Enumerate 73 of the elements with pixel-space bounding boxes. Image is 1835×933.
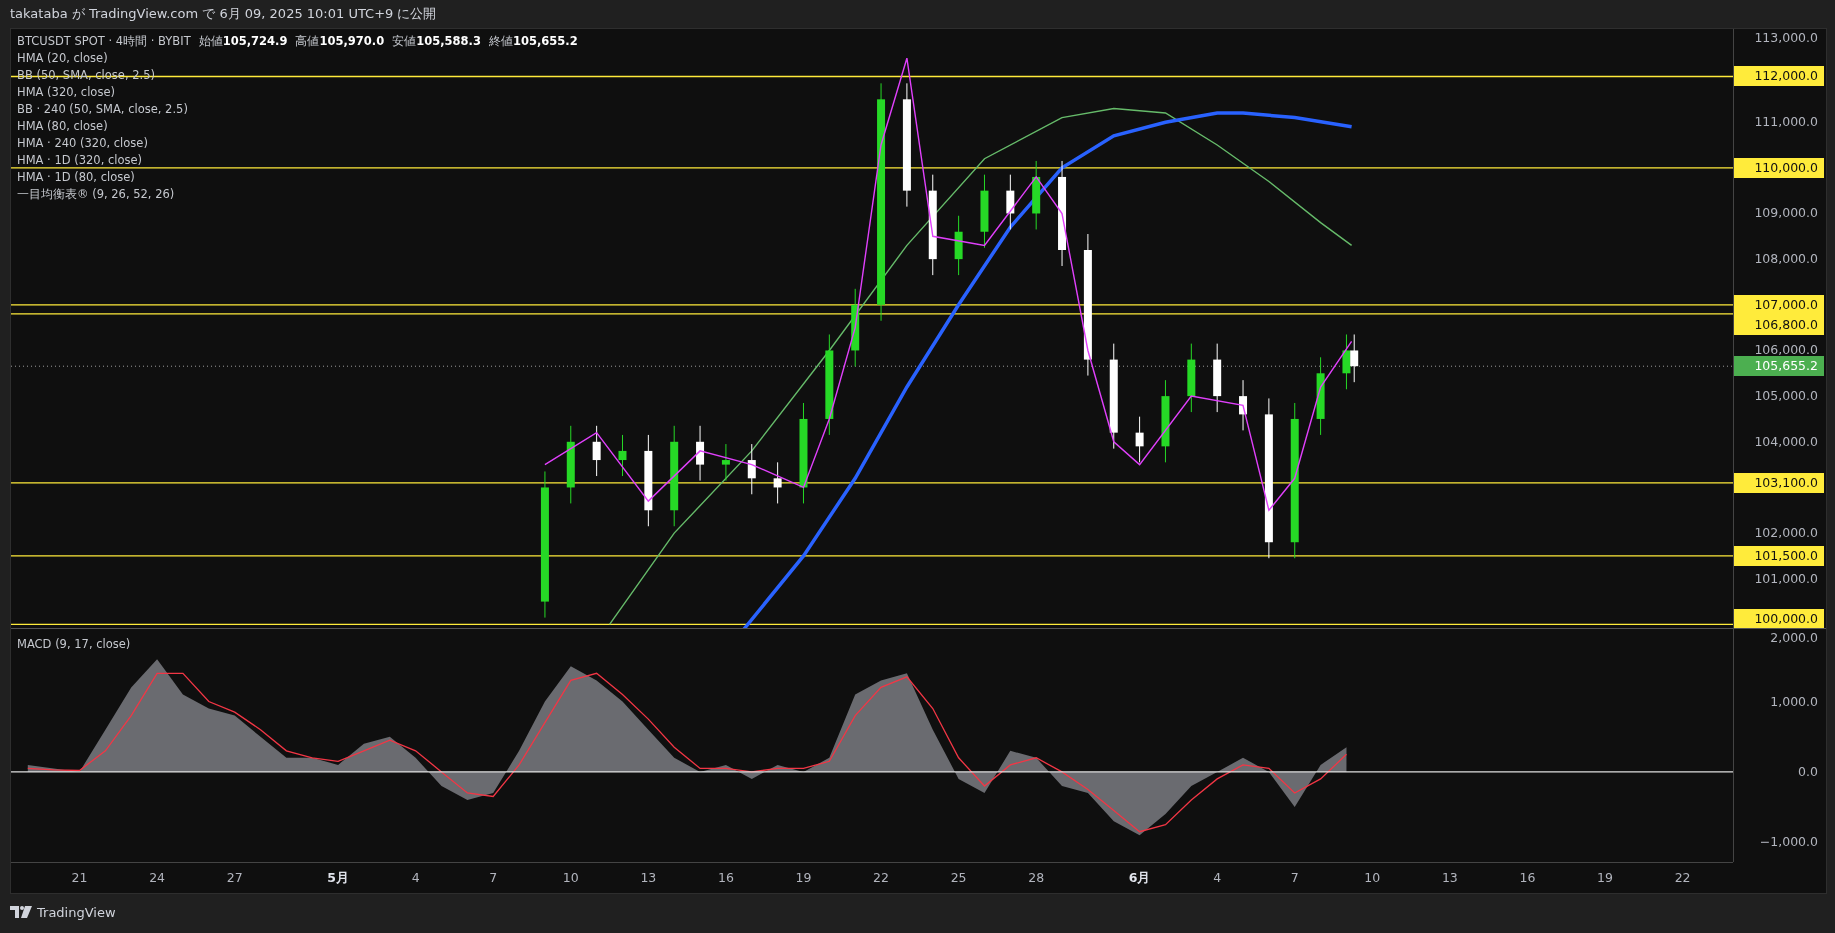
date-tick-label: 13	[640, 870, 657, 885]
price-level-tag: 106,800.0	[1734, 314, 1824, 335]
price-tick-label: 113,000.0	[1754, 30, 1818, 46]
price-level-tag: 110,000.0	[1734, 157, 1824, 178]
indicator-label[interactable]: HMA · 1D (80, close)	[17, 169, 578, 186]
date-tick-label: 4	[1213, 870, 1222, 885]
indicator-label[interactable]: BB · 240 (50, SMA, close, 2.5)	[17, 101, 578, 118]
brand-name: TradingView	[37, 904, 116, 920]
date-tick-label: 13	[1441, 870, 1458, 885]
candle	[773, 461, 782, 504]
price-tick-label: 108,000.0	[1754, 251, 1818, 268]
publish-info: takataba が TradingView.com で 6月 09, 2025 10:01 UTC+9 に公開	[10, 5, 437, 23]
date-tick-label: 7	[1290, 870, 1299, 885]
indicator-label[interactable]: HMA · 1D (320, close)	[17, 152, 578, 169]
price-tick-label: 101,000.0	[1754, 570, 1818, 587]
candle	[696, 425, 705, 482]
price-level-tag: 107,000.0	[1734, 294, 1824, 315]
date-tick-label: 22	[1674, 870, 1691, 885]
date-tick-label: 10	[562, 870, 579, 885]
indicator-label[interactable]: MACD (9, 17, close)	[17, 637, 131, 651]
candle	[1006, 174, 1015, 230]
date-tick-label: 19	[1597, 870, 1613, 885]
candle	[1135, 416, 1144, 463]
price-tick-label: 109,000.0	[1754, 205, 1818, 222]
date-tick-label: 24	[149, 870, 166, 885]
indicator-label[interactable]: HMA (20, close)	[17, 50, 578, 67]
candle	[1032, 160, 1041, 230]
indicator-label[interactable]: 一目均衡表® (9, 26, 52, 26)	[17, 186, 578, 203]
last-price-tag: 105,655.2	[1734, 356, 1824, 377]
candle	[618, 434, 627, 477]
ohlc-reading: 高値105,970.0	[295, 33, 385, 50]
date-tick-label: 5月	[327, 870, 349, 887]
macd-tick-label: 0.0	[1798, 763, 1818, 780]
price-tick-label: 104,000.0	[1754, 433, 1818, 450]
price-tick-label: 106,000.0	[1754, 342, 1818, 359]
date-tick-label: 4	[411, 870, 420, 885]
price-level-tag: 100,000.0	[1734, 609, 1824, 628]
price-tick-label: 102,000.0	[1754, 525, 1818, 542]
date-tick-label: 6月	[1128, 870, 1151, 887]
indicator-label[interactable]: HMA (320, close)	[17, 84, 578, 101]
date-tick-label: 25	[950, 870, 967, 885]
candle	[1187, 343, 1196, 413]
date-tick-label: 7	[489, 870, 498, 885]
logo-icon	[10, 906, 32, 918]
date-tick-label: 27	[226, 870, 243, 885]
date-tick-label: 16	[1519, 870, 1536, 885]
candle	[954, 215, 963, 276]
ohlc-reading: 終値105,655.2	[488, 33, 578, 50]
candle	[721, 443, 730, 482]
ohlc-reading: 安値105,588.3	[392, 33, 481, 50]
macd-tick-label: −1,000.0	[1759, 834, 1818, 851]
date-tick-label: 19	[795, 870, 812, 885]
symbol-info: BTCUSDT SPOT · 4時間 · BYBIT	[17, 33, 191, 50]
macd-tick-label: 1,000.0	[1770, 693, 1818, 710]
ohlc-reading: 始値105,724.9	[198, 33, 288, 50]
price-level-tag: 112,000.0	[1734, 66, 1824, 87]
indicator-label[interactable]: HMA (80, close)	[17, 118, 578, 135]
price-tick-label: 111,000.0	[1754, 114, 1818, 131]
date-tick-label: 16	[717, 870, 734, 885]
date-tick-label: 28	[1028, 870, 1045, 885]
price-level-tag: 101,500.0	[1734, 545, 1824, 566]
candle	[1350, 334, 1359, 383]
price-tick-label: 105,000.0	[1754, 388, 1818, 405]
date-tick-label: 21	[71, 870, 88, 885]
indicator-label[interactable]: HMA · 240 (320, close)	[17, 135, 578, 152]
price-level-tag: 103,100.0	[1734, 472, 1824, 493]
date-tick-label: 22	[873, 870, 889, 885]
date-tick-label: 10	[1364, 870, 1381, 885]
candle	[1342, 334, 1351, 390]
candle	[592, 425, 601, 477]
candle	[1213, 343, 1222, 413]
macd-tick-label: 2,000.0	[1770, 630, 1818, 646]
candle	[747, 443, 756, 495]
